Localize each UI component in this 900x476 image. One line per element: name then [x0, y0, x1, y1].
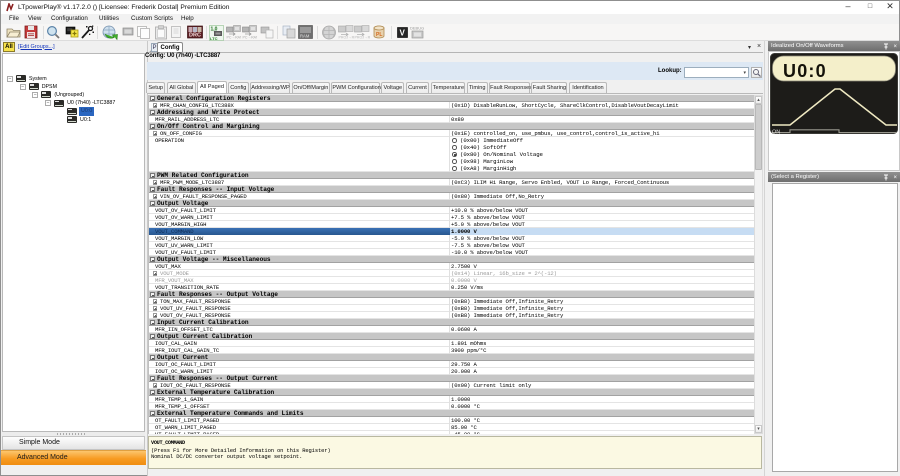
- svg-text:PROJ→R: PROJ→R: [339, 36, 355, 40]
- svg-text:DRC: DRC: [189, 33, 201, 39]
- svg-text:PROJ→R: PROJ→R: [355, 36, 371, 40]
- svg-text:PC→RAM: PC→RAM: [243, 36, 258, 40]
- svg-text:DEBUG: DEBUG: [410, 26, 424, 31]
- svg-text:U0:0: U0:0: [783, 61, 827, 81]
- svg-text:V: V: [400, 29, 406, 38]
- svg-text:PC→RAM: PC→RAM: [227, 36, 242, 40]
- svg-text:PL: PL: [376, 32, 382, 38]
- svg-text:RAM: RAM: [300, 34, 310, 39]
- svg-text:ON: ON: [772, 130, 780, 135]
